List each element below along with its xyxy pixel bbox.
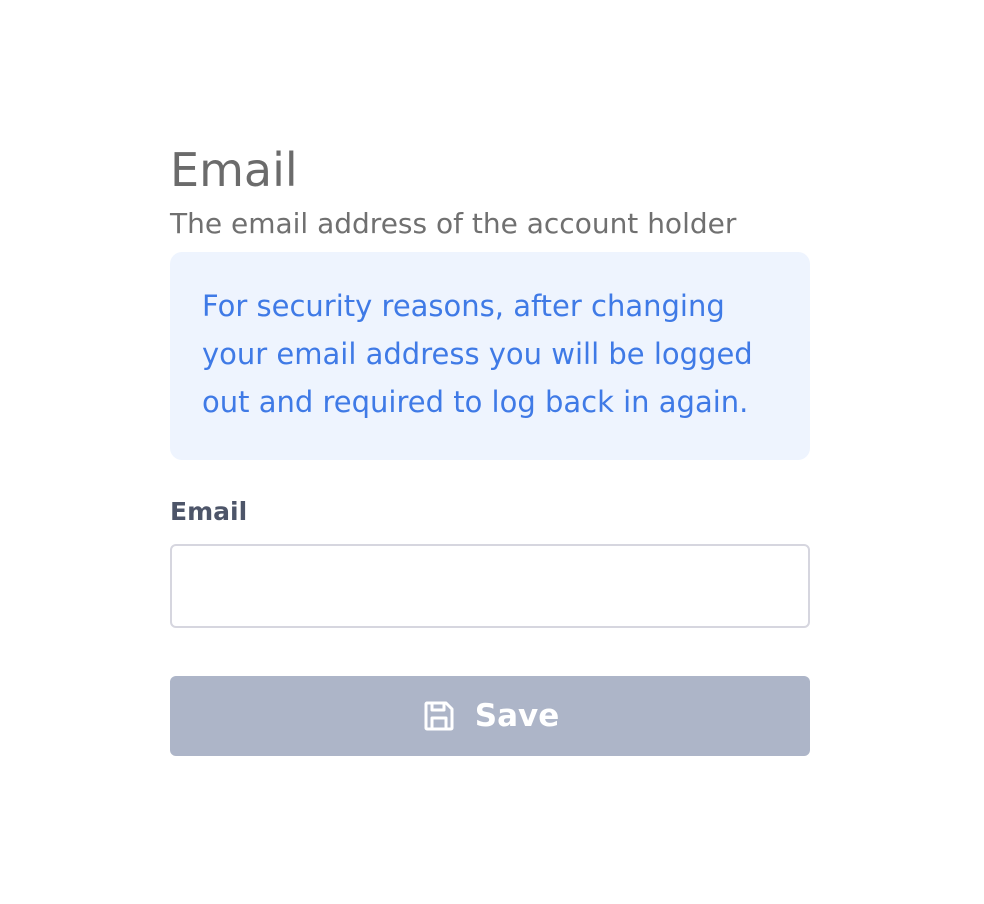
section-title: Email — [170, 143, 298, 197]
email-input[interactable] — [170, 544, 810, 628]
save-button[interactable]: Save — [170, 676, 810, 756]
email-field-label: Email — [170, 497, 248, 526]
security-notice: For security reasons, after changing you… — [170, 252, 810, 460]
section-subtitle: The email address of the account holder — [170, 207, 737, 240]
security-notice-text: For security reasons, after changing you… — [202, 289, 753, 419]
save-button-label: Save — [474, 698, 560, 734]
save-icon — [421, 698, 457, 734]
email-settings-form: Email The email address of the account h… — [170, 140, 810, 756]
